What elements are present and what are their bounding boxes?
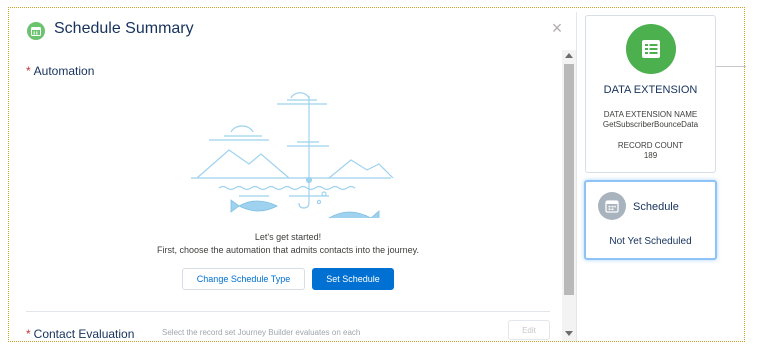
modal-title: Schedule Summary — [54, 20, 194, 37]
data-extension-card[interactable]: DATA EXTENSION DATA EXTENSION NAME GetSu… — [585, 15, 716, 173]
data-extension-name-label: DATA EXTENSION NAME — [603, 110, 698, 119]
contact-evaluation-label: * Contact Evaluation — [26, 327, 134, 341]
schedule-card[interactable]: Schedule Not Yet Scheduled — [584, 180, 717, 260]
data-extension-title: DATA EXTENSION — [603, 84, 698, 96]
calendar-icon — [27, 22, 45, 40]
modal-body: * Automation Let's get started! First, c… — [14, 50, 562, 341]
section-divider — [26, 311, 550, 312]
scroll-thumb[interactable] — [564, 64, 574, 295]
schedule-title: Schedule — [633, 201, 679, 213]
close-icon[interactable]: × — [548, 19, 566, 37]
cloud-shape — [287, 141, 329, 147]
table-icon — [626, 24, 676, 74]
canvas-connector-line — [716, 66, 746, 67]
calendar-icon — [598, 192, 626, 220]
set-schedule-button[interactable]: Set Schedule — [312, 268, 394, 290]
cloud-shape — [277, 92, 327, 105]
wave-lines — [218, 185, 356, 191]
vertical-scrollbar[interactable] — [562, 50, 576, 341]
contact-evaluation-description: Select the record set Journey Builder ev… — [162, 328, 361, 337]
edit-button[interactable]: Edit — [508, 320, 550, 340]
get-started-heading: Let's get started! — [254, 232, 322, 242]
scroll-down-arrow-icon[interactable] — [565, 331, 573, 336]
fishing-hook — [298, 188, 310, 209]
automation-label-text: Automation — [33, 64, 95, 78]
fish-shape — [328, 210, 380, 218]
scroll-up-arrow-icon[interactable] — [565, 53, 573, 58]
mountain-shape — [196, 149, 290, 179]
contact-evaluation-label-text: Contact Evaluation — [33, 327, 135, 341]
get-started-description: First, choose the automation that admits… — [157, 245, 419, 255]
required-marker: * — [26, 64, 31, 78]
change-schedule-type-button[interactable]: Change Schedule Type — [182, 268, 305, 290]
record-count-value: 189 — [643, 151, 658, 160]
automation-label: * Automation — [26, 64, 94, 78]
fishing-illustration — [191, 92, 394, 218]
mountain-shape — [328, 159, 394, 179]
cloud-shape — [209, 125, 269, 141]
data-extension-name-value: GetSubscriberBounceData — [602, 120, 699, 129]
record-count-label: RECORD COUNT — [617, 141, 684, 150]
required-marker: * — [26, 327, 31, 341]
modal-header: Schedule Summary × — [14, 12, 576, 50]
schedule-status: Not Yet Scheduled — [609, 236, 692, 247]
schedule-summary-modal: Schedule Summary × * Automation Let's ge… — [14, 12, 577, 341]
fish-shape — [230, 199, 278, 213]
